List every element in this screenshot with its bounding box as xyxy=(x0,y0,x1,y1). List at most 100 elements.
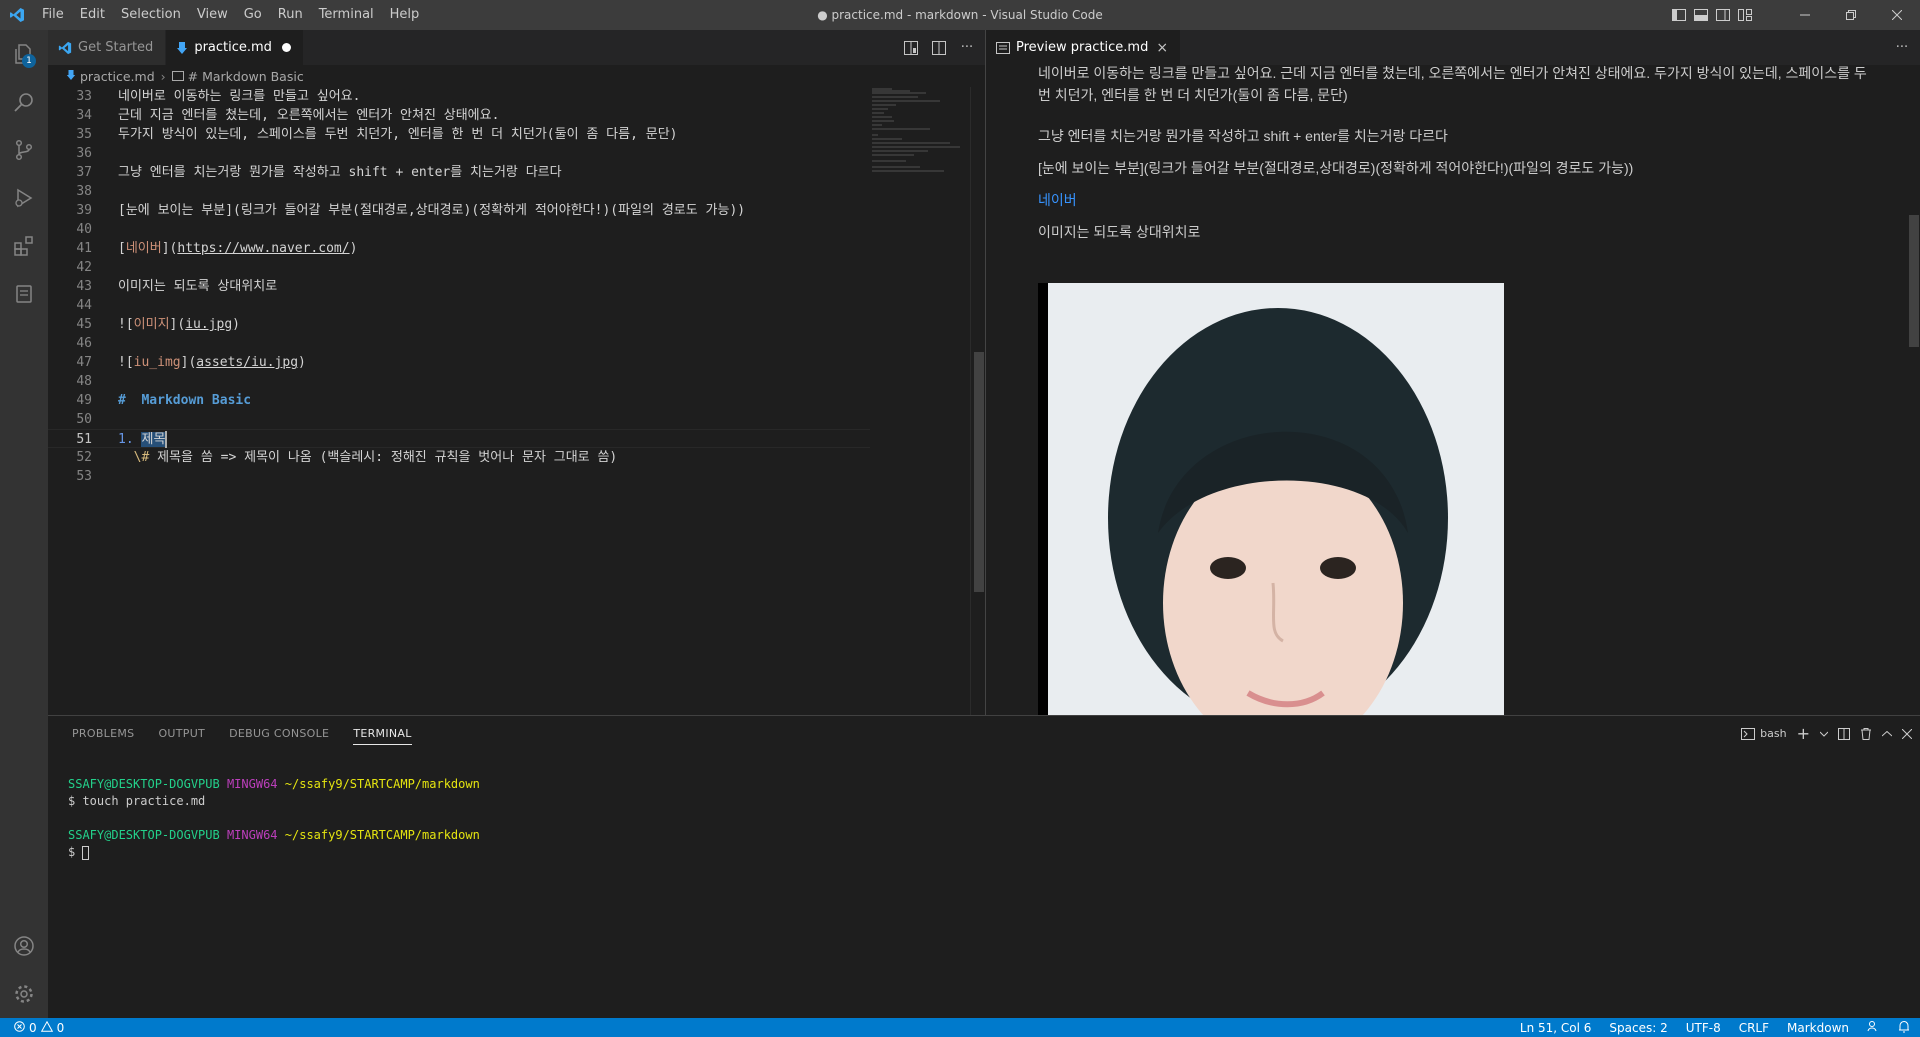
line-number: 39 xyxy=(76,203,92,218)
menu-file[interactable]: File xyxy=(34,0,72,30)
code-line[interactable]: 41 [네이버](https://www.naver.com/) xyxy=(48,239,870,258)
link-bracket: ]( xyxy=(169,317,186,332)
close-tab-icon[interactable]: × xyxy=(1156,40,1168,56)
encoding[interactable]: UTF-8 xyxy=(1686,1021,1721,1035)
tab-terminal[interactable]: TERMINAL xyxy=(341,716,423,751)
menu-go[interactable]: Go xyxy=(236,0,270,30)
menu-run[interactable]: Run xyxy=(270,0,311,30)
code-line[interactable]: 42 xyxy=(48,258,870,277)
end-of-line[interactable]: CRLF xyxy=(1739,1021,1769,1035)
code-line[interactable]: 49 # Markdown Basic xyxy=(48,391,870,410)
code-line[interactable]: 35 두가지 방식이 있는데, 스페이스를 두번 치던가, 엔터를 한 번 더 치… xyxy=(48,125,870,144)
tab-practice-md[interactable]: practice.md xyxy=(166,30,304,65)
code-text: 그냥 엔터를 치는거랑 뭔가를 작성하고 shift + enter를 치는거랑… xyxy=(92,163,562,182)
breadcrumb-file[interactable]: practice.md xyxy=(80,69,155,84)
symbol-icon xyxy=(171,69,184,84)
source-control-icon[interactable] xyxy=(0,126,48,174)
code-text: 네이버로 이동하는 링크를 만들고 싶어요. xyxy=(92,87,360,106)
code-string: [눈에 보이는 부분](링크가 들어갈 부분(절대경로,상대경로)(정확하게 적… xyxy=(118,203,746,218)
code-line[interactable]: 37 그냥 엔터를 치는거랑 뭔가를 작성하고 shift + enter를 치는… xyxy=(48,163,870,182)
more-actions-icon[interactable]: ··· xyxy=(1892,38,1912,58)
code-string: 네이버로 이동하는 링크를 만들고 싶어요. xyxy=(118,89,361,104)
code-line[interactable]: 51 1. 제목 xyxy=(48,429,870,448)
feedback-icon[interactable] xyxy=(1867,1020,1880,1035)
close-window-icon[interactable] xyxy=(1874,0,1920,30)
terminal-input-line[interactable]: $ xyxy=(68,844,480,861)
unsaved-dot-icon[interactable] xyxy=(281,43,291,52)
preview-scrollbar[interactable] xyxy=(1906,65,1920,715)
accounts-icon[interactable] xyxy=(0,922,48,970)
close-panel-icon[interactable] xyxy=(1902,728,1912,739)
run-debug-icon[interactable] xyxy=(0,174,48,222)
scrollbar-thumb[interactable] xyxy=(1909,215,1919,347)
search-icon[interactable] xyxy=(0,78,48,126)
indentation[interactable]: Spaces: 2 xyxy=(1609,1021,1667,1035)
terminal-output[interactable]: SSAFY@DESKTOP-DOGVPUB MINGW64 ~/ssafy9/S… xyxy=(68,776,480,861)
code-line[interactable]: 39 [눈에 보이는 부분](링크가 들어갈 부분(절대경로,상대경로)(정확하게… xyxy=(48,201,870,220)
code-line[interactable]: 46 xyxy=(48,334,870,353)
chevron-down-icon[interactable] xyxy=(1820,731,1828,737)
code-line[interactable]: 44 xyxy=(48,296,870,315)
line-number: 51 xyxy=(76,432,92,447)
terminal-user: SSAFY@DESKTOP-DOGVPUB xyxy=(68,777,220,791)
code-line[interactable]: 53 xyxy=(48,467,870,486)
breadcrumb-symbol[interactable]: # Markdown Basic xyxy=(188,69,304,84)
editor-scrollbar[interactable] xyxy=(970,87,984,715)
menu-view[interactable]: View xyxy=(189,0,236,30)
tab-preview-practice-md[interactable]: Preview practice.md × xyxy=(986,30,1181,65)
menu-terminal[interactable]: Terminal xyxy=(311,0,382,30)
problems-status[interactable]: 0 0 xyxy=(0,1020,64,1035)
extensions-icon[interactable] xyxy=(0,222,48,270)
preview-paragraph: [눈에 보이는 부분](링크가 들어갈 부분(절대경로,상대경로)(정확하게 적… xyxy=(1038,160,1634,176)
open-preview-to-side-icon[interactable] xyxy=(901,38,921,58)
scrollbar-thumb[interactable] xyxy=(974,352,984,592)
explorer-icon[interactable]: 1 xyxy=(0,30,48,78)
code-line[interactable]: 48 xyxy=(48,372,870,391)
terminal-icon xyxy=(1741,727,1756,740)
split-editor-icon[interactable] xyxy=(929,38,949,58)
code-line[interactable]: 47 ![iu_img](assets/iu.jpg) xyxy=(48,353,870,372)
tab-debug-console[interactable]: DEBUG CONSOLE xyxy=(217,716,341,751)
new-terminal-plus-icon[interactable]: + xyxy=(1797,724,1810,743)
line-number: 42 xyxy=(76,260,92,275)
markdown-preview: 네이버로 이동하는 링크를 만들고 싶어요. 근데 지금 엔터를 쳤는데, 오른… xyxy=(986,65,1920,715)
customize-layout-icon[interactable] xyxy=(1734,0,1756,30)
code-line[interactable]: 45 ![이미지](iu.jpg) xyxy=(48,315,870,334)
toggle-primary-sidebar-icon[interactable] xyxy=(1668,0,1690,30)
remote-explorer-icon[interactable] xyxy=(0,270,48,318)
terminal-selector[interactable]: bash xyxy=(1741,727,1787,740)
minimap[interactable] xyxy=(870,87,970,715)
code-string: 그냥 엔터를 치는거랑 뭔가를 작성하고 shift + enter를 치는거랑… xyxy=(118,165,562,180)
toggle-secondary-sidebar-icon[interactable] xyxy=(1712,0,1734,30)
code-editor[interactable]: 33 네이버로 이동하는 링크를 만들고 싶어요. 34 근데 지금 엔터를 쳤는데,… xyxy=(48,87,870,715)
notifications-bell-icon[interactable] xyxy=(1898,1020,1910,1036)
code-line[interactable]: 43 이미지는 되도록 상대위치로 xyxy=(48,277,870,296)
toggle-panel-icon[interactable] xyxy=(1690,0,1712,30)
code-line[interactable]: 52 \# 제목을 씀 => 제목이 나옴 (백슬레시: 정해진 규칙을 벗어나… xyxy=(48,448,870,467)
code-line[interactable]: 38 xyxy=(48,182,870,201)
language-mode[interactable]: Markdown xyxy=(1787,1021,1849,1035)
warning-icon xyxy=(40,1020,53,1035)
code-line[interactable]: 34 근데 지금 엔터를 쳤는데, 오른쪽에서는 엔터가 안쳐진 상태에요. xyxy=(48,106,870,125)
restore-icon[interactable] xyxy=(1828,0,1874,30)
settings-gear-icon[interactable] xyxy=(0,970,48,1018)
tab-get-started[interactable]: Get Started xyxy=(48,30,167,65)
minimize-icon[interactable] xyxy=(1782,0,1828,30)
more-actions-icon[interactable]: ··· xyxy=(957,38,977,58)
split-terminal-icon[interactable] xyxy=(1838,727,1850,740)
code-line[interactable]: 33 네이버로 이동하는 링크를 만들고 싶어요. xyxy=(48,87,870,106)
editor-group-left: Get Started practice.md ··· practice.md … xyxy=(48,30,985,715)
code-line[interactable]: 50 xyxy=(48,410,870,429)
menu-selection[interactable]: Selection xyxy=(113,0,189,30)
breadcrumb: practice.md › # Markdown Basic xyxy=(48,65,985,87)
code-line[interactable]: 40 xyxy=(48,220,870,239)
maximize-panel-icon[interactable] xyxy=(1882,730,1892,737)
tab-output[interactable]: OUTPUT xyxy=(146,716,217,751)
preview-link-naver[interactable]: 네이버 xyxy=(1038,192,1077,208)
menu-edit[interactable]: Edit xyxy=(72,0,113,30)
trash-icon[interactable] xyxy=(1860,727,1872,740)
code-line[interactable]: 36 xyxy=(48,144,870,163)
cursor-position[interactable]: Ln 51, Col 6 xyxy=(1520,1021,1592,1035)
tab-problems[interactable]: PROBLEMS xyxy=(60,716,146,751)
menu-help[interactable]: Help xyxy=(382,0,428,30)
